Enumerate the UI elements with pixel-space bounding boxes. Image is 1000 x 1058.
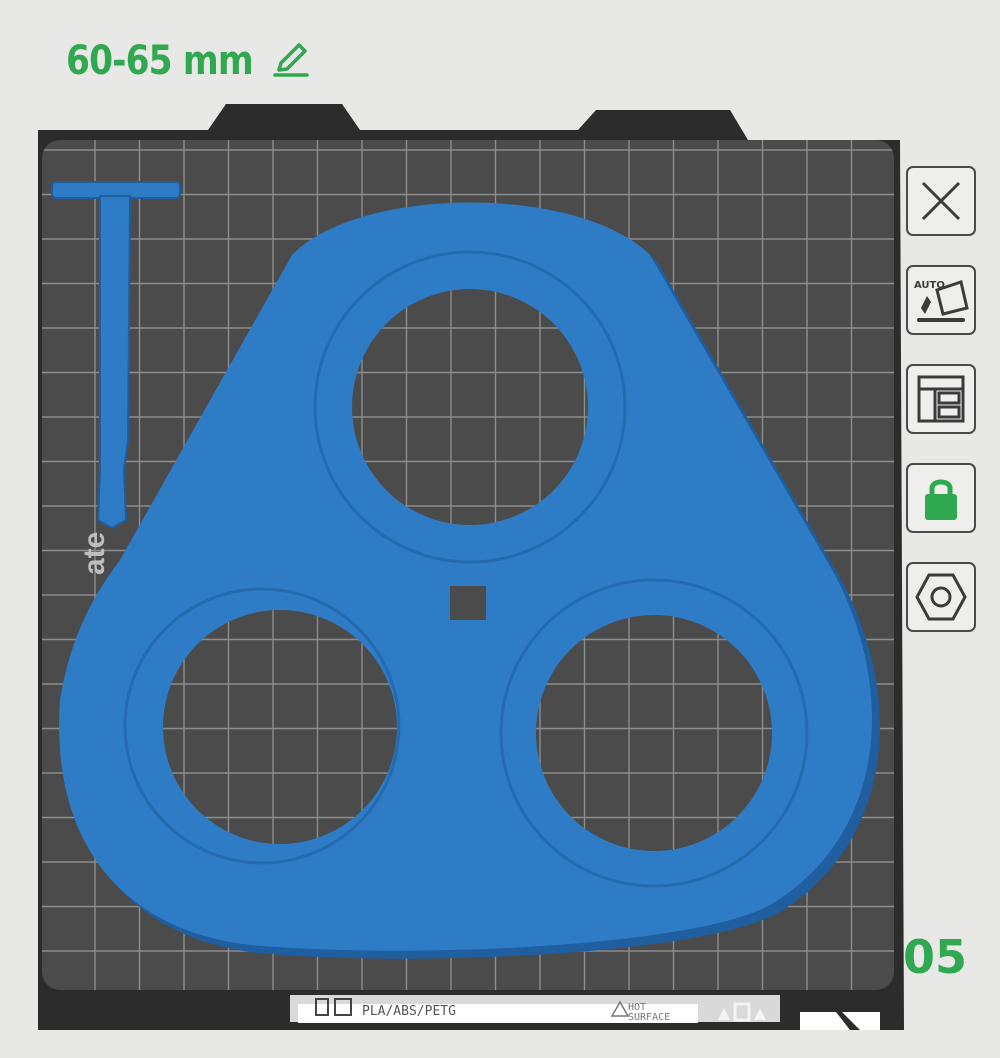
plate-settings-button[interactable] (906, 562, 976, 632)
delete-plate-button[interactable] (906, 166, 976, 236)
close-icon (921, 181, 961, 221)
model-hole-right (536, 615, 772, 851)
hex-nut-settings-icon (915, 573, 967, 621)
model-hole-top (352, 289, 588, 525)
lock-plate-button[interactable] (906, 463, 976, 533)
auto-orient-button[interactable]: AUTO (906, 265, 976, 335)
auto-orient-icon: AUTO (914, 280, 969, 322)
model-center-square-hole (450, 586, 486, 620)
plate-index: 05 (903, 930, 968, 984)
arrange-layout-icon (917, 375, 965, 423)
arrange-button[interactable] (906, 364, 976, 434)
build-plate-scene[interactable]: ate PLA/ABS/PETG HOT SURFACE (0, 0, 1000, 1058)
plate-label-text: ate (78, 532, 111, 575)
filament-compat-text: PLA/ABS/PETG (362, 1004, 456, 1019)
lock-icon (925, 479, 957, 520)
surface-label: SURFACE (628, 1012, 670, 1023)
